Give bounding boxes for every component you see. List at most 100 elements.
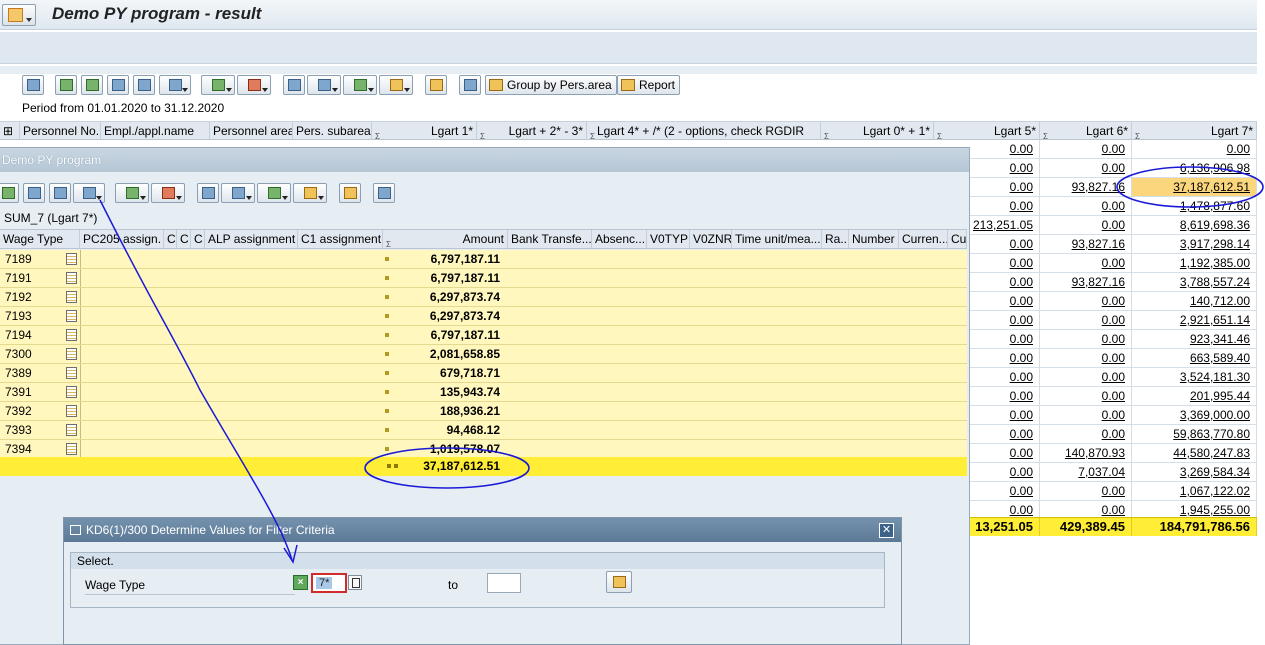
cell-lgart6[interactable]: 0.00 [1040,311,1132,329]
cell-lgart6[interactable]: 0.00 [1040,482,1132,500]
popup-subtotal-button[interactable] [151,183,185,203]
wage-type-to-input[interactable] [487,573,521,593]
table-row[interactable]: 0.00 0.00 3,524,181.30 [934,368,1257,387]
cell-lgart7[interactable]: 6,136,906.98 [1132,159,1257,177]
cell-lgart6[interactable]: 0.00 [1040,406,1132,424]
column-header-name[interactable]: Empl./appl.name [101,122,210,140]
cell-lgart6[interactable]: 0.00 [1040,159,1132,177]
popup-export-button[interactable] [257,183,291,203]
column-header-lgart4[interactable]: Σ Lgart 4* + /* (2 - options, check RGDIR [587,122,821,140]
cell-lgart7[interactable]: 663,589.40 [1132,349,1257,367]
cell-lgart7[interactable]: 8,619,698.36 [1132,216,1257,234]
detail-icon[interactable] [66,443,77,455]
column-header-personnel-no[interactable]: Personnel No. [20,122,101,140]
popup-graphic-button[interactable] [339,183,361,203]
table-row[interactable]: 0.00 0.00 1,478,877.60 [934,197,1257,216]
popup-total-button[interactable] [115,183,149,203]
information-button[interactable] [459,75,481,95]
cell-lgart6[interactable]: 0.00 [1040,140,1132,158]
sort-descending-button[interactable] [81,75,103,95]
cell-lgart7[interactable]: 59,863,770.80 [1132,425,1257,443]
cell-lgart6[interactable]: 93,827.16 [1040,235,1132,253]
table-row[interactable]: 7389 679,718.71 [0,364,967,383]
table-row[interactable]: 0.00 0.00 923,341.46 [934,330,1257,349]
column-header-c1-assignment[interactable]: C1 assignment [298,230,383,248]
cell-lgart6[interactable]: 7,037.04 [1040,463,1132,481]
cell-lgart6[interactable]: 0.00 [1040,349,1132,367]
detail-icon[interactable] [66,348,77,360]
detail-icon[interactable] [66,424,77,436]
cell-lgart7[interactable]: 2,921,651.14 [1132,311,1257,329]
wage-type-from-input[interactable]: 7* [311,573,347,593]
detail-icon[interactable] [66,367,77,379]
execute-button[interactable] [606,571,632,593]
cell-lgart6[interactable]: 0.00 [1040,368,1132,386]
table-row[interactable]: 0.00 0.00 1,067,122.02 [934,482,1257,501]
filter-button[interactable] [159,75,191,95]
cell-lgart7[interactable]: 923,341.46 [1132,330,1257,348]
table-row[interactable]: 0.00 0.00 2,921,651.14 [934,311,1257,330]
table-row[interactable]: 0.00 0.00 140,712.00 [934,292,1257,311]
cell-lgart6[interactable]: 140,870.93 [1040,444,1132,462]
column-header-personnel-area[interactable]: Personnel area [210,122,293,140]
cell-lgart6[interactable]: 0.00 [1040,387,1132,405]
export-button[interactable] [343,75,377,95]
table-row[interactable]: 213,251.05 0.00 8,619,698.36 [934,216,1257,235]
views-button[interactable] [307,75,341,95]
column-header-cu[interactable]: Cu [948,230,967,248]
column-header-absence[interactable]: Absenc... [592,230,647,248]
cell-lgart7[interactable]: 37,187,612.51 [1132,178,1257,196]
table-row[interactable]: 0.00 0.00 201,995.44 [934,387,1257,406]
details-button[interactable] [22,75,44,95]
column-header-time-unit[interactable]: Time unit/mea... [732,230,822,248]
table-row[interactable]: 0.00 0.00 663,589.40 [934,349,1257,368]
popup-find-next-button[interactable] [49,183,71,203]
subtotal-button[interactable] [237,75,271,95]
print-button[interactable] [283,75,305,95]
table-row[interactable]: 7392 188,936.21 [0,402,967,421]
app-menu-icon[interactable] [2,4,36,26]
cell-lgart7[interactable]: 44,580,247.83 [1132,444,1257,462]
cell-lgart7[interactable]: 3,369,000.00 [1132,406,1257,424]
report-button[interactable]: Report [617,75,681,95]
table-row[interactable]: 7191 6,797,187.11 [0,269,967,288]
table-row[interactable]: 0.00 0.00 3,369,000.00 [934,406,1257,425]
detail-icon[interactable] [66,329,77,341]
table-row[interactable]: 7194 6,797,187.11 [0,326,967,345]
select-all-icon[interactable]: ⊞ [0,122,20,140]
cell-lgart7[interactable]: 3,524,181.30 [1132,368,1257,386]
popup-sort-button[interactable] [0,183,19,203]
column-header-pers-subarea[interactable]: Pers. subarea [293,122,372,140]
cell-lgart6[interactable]: 93,827.16 [1040,178,1132,196]
detail-icon[interactable] [66,310,77,322]
column-header-v0typ[interactable]: V0TYP [647,230,690,248]
table-row[interactable]: 7189 6,797,187.11 [0,250,967,269]
column-header-bank-transfer[interactable]: Bank Transfe... [508,230,592,248]
table-row[interactable]: 0.00 93,827.16 3,917,298.14 [934,235,1257,254]
column-header-number[interactable]: Number [849,230,899,248]
graphic-button[interactable] [425,75,447,95]
cell-lgart6[interactable]: 0.00 [1040,197,1132,215]
column-header-lgart1[interactable]: Σ Lgart 1* [372,122,477,140]
popup-layout-button[interactable] [293,183,327,203]
multiple-selection-icon[interactable] [348,575,362,590]
cell-lgart6[interactable]: 0.00 [1040,425,1132,443]
cell-lgart6[interactable]: 0.00 [1040,254,1132,272]
column-header-lgart0[interactable]: Σ Lgart 0* + 1* [821,122,934,140]
cell-lgart7[interactable]: 1,192,385.00 [1132,254,1257,272]
selection-option-icon[interactable]: × [293,575,308,590]
popup-find-button[interactable] [23,183,45,203]
table-row[interactable]: 0.00 140,870.93 44,580,247.83 [934,444,1257,463]
cell-lgart6[interactable]: 0.00 [1040,292,1132,310]
popup-print-button[interactable] [197,183,219,203]
cell-lgart6[interactable]: 0.00 [1040,330,1132,348]
cell-lgart7[interactable]: 1,478,877.60 [1132,197,1257,215]
detail-icon[interactable] [66,405,77,417]
table-row[interactable]: 0.00 0.00 1,192,385.00 [934,254,1257,273]
total-button[interactable] [201,75,235,95]
detail-icon[interactable] [66,272,77,284]
detail-icon[interactable] [66,291,77,303]
find-button[interactable] [107,75,129,95]
cell-lgart7[interactable]: 3,788,557.24 [1132,273,1257,291]
close-button[interactable]: ✕ [879,523,894,538]
